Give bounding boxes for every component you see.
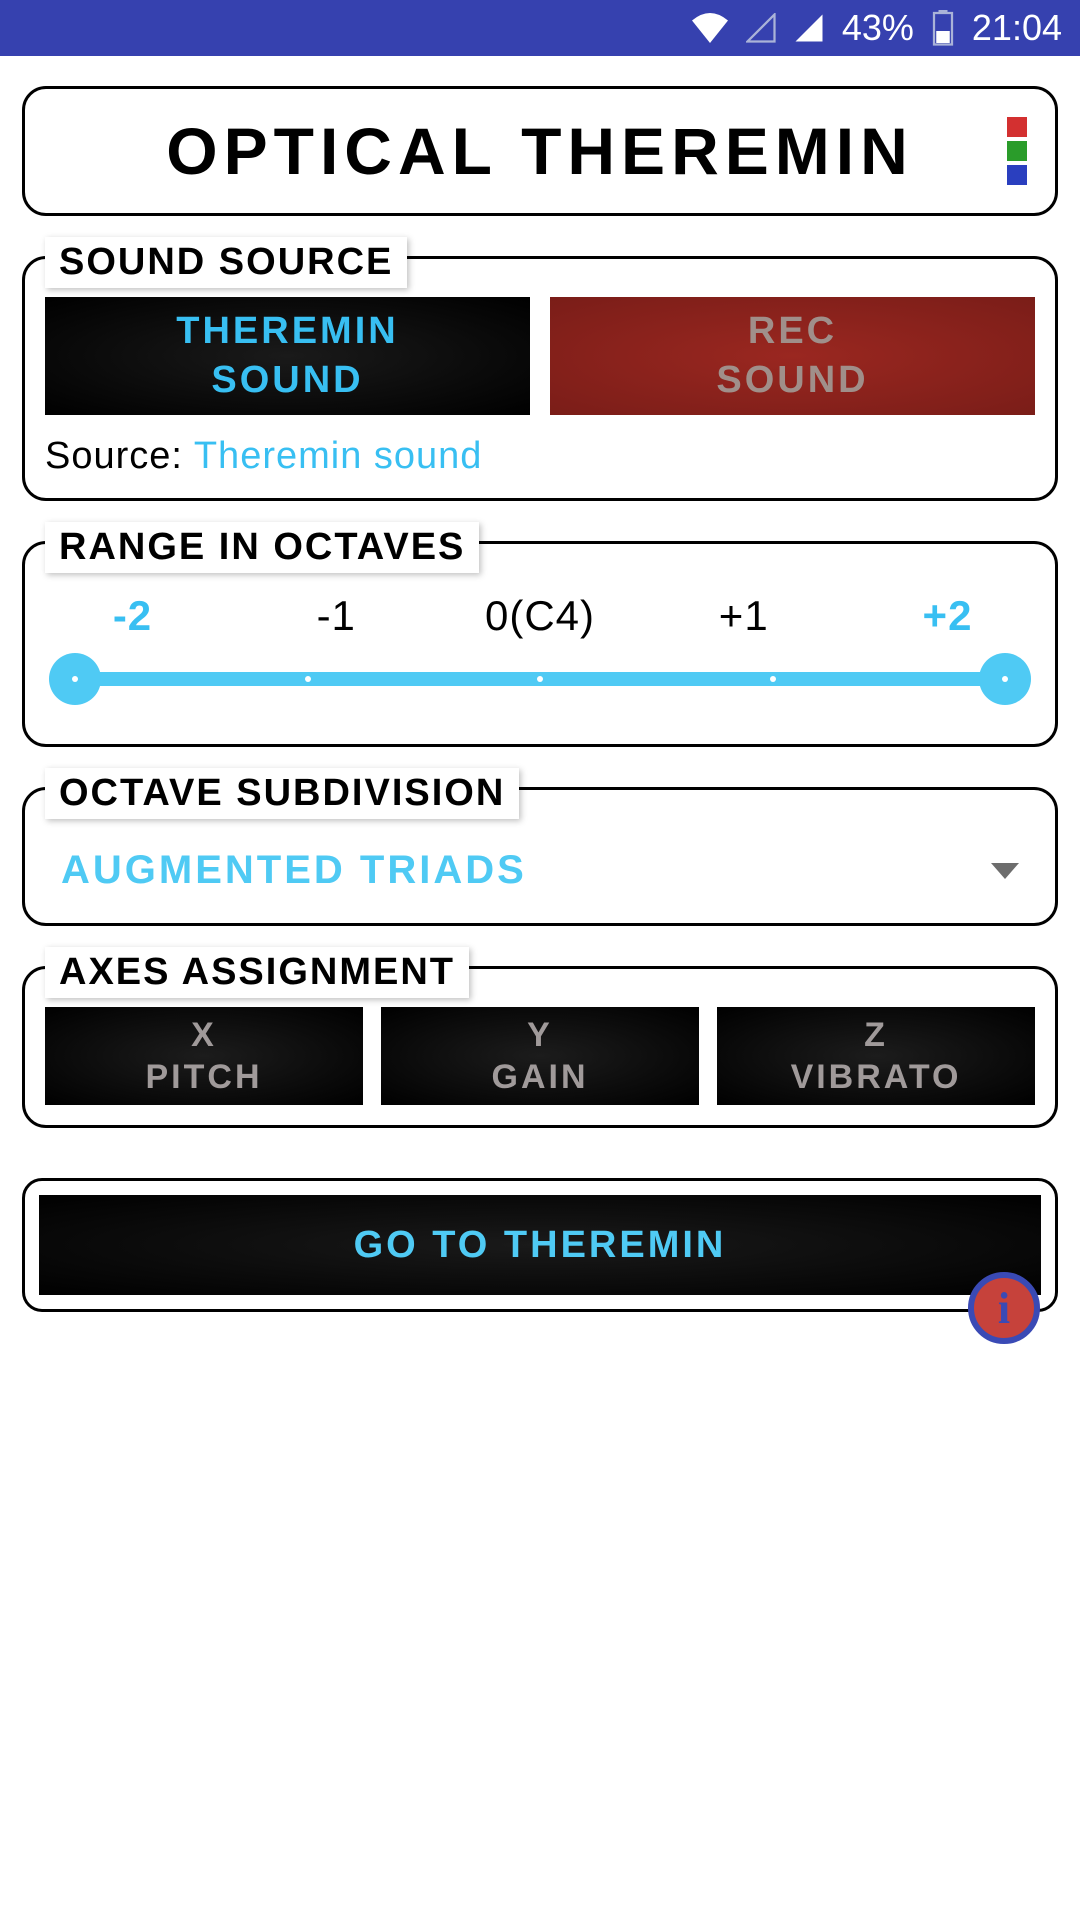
rgb-indicator-icon (1007, 117, 1027, 185)
section-legend: SOUND SOURCE (45, 237, 407, 288)
octave-label: +2 (880, 592, 1015, 640)
subdivision-dropdown[interactable]: AUGMENTED TRIADS (45, 828, 1035, 903)
clock: 21:04 (972, 7, 1062, 49)
section-legend: AXES ASSIGNMENT (45, 947, 469, 998)
battery-pct: 43% (842, 7, 914, 49)
source-readout: Source: Theremin sound (45, 435, 1035, 478)
section-legend: RANGE IN OCTAVES (45, 522, 479, 573)
battery-icon (932, 10, 954, 46)
section-legend: OCTAVE SUBDIVISION (45, 768, 519, 819)
range-thumb-min[interactable] (49, 653, 101, 705)
go-to-theremin-button[interactable]: GO TO THEREMIN (39, 1195, 1041, 1295)
sound-source-section: SOUND SOURCE THEREMIN SOUND REC SOUND So… (22, 256, 1058, 501)
go-card: GO TO THEREMIN (22, 1178, 1058, 1312)
octave-label: +1 (676, 592, 811, 640)
range-section: RANGE IN OCTAVES -2 -1 0(C4) +1 +2 (22, 541, 1058, 747)
dropdown-value: AUGMENTED TRIADS (61, 848, 527, 893)
info-icon: i (998, 1283, 1010, 1334)
info-button[interactable]: i (968, 1272, 1040, 1344)
chevron-down-icon (991, 863, 1019, 879)
status-bar: 43% 21:04 (0, 0, 1080, 56)
octave-label: 0(C4) (473, 592, 608, 640)
axis-y-button[interactable]: Y GAIN (381, 1007, 699, 1105)
octave-label: -2 (65, 592, 200, 640)
octave-range-slider[interactable] (75, 654, 1005, 704)
axes-section: AXES ASSIGNMENT X PITCH Y GAIN Z VIBRATO (22, 966, 1058, 1128)
signal-empty-icon (746, 13, 776, 43)
signal-icon (794, 13, 824, 43)
octave-label: -1 (269, 592, 404, 640)
subdivision-section: OCTAVE SUBDIVISION AUGMENTED TRIADS (22, 787, 1058, 926)
axis-z-button[interactable]: Z VIBRATO (717, 1007, 1035, 1105)
rec-sound-button[interactable]: REC SOUND (550, 297, 1035, 415)
range-thumb-max[interactable] (979, 653, 1031, 705)
app-title: OPTICAL THEREMIN (166, 113, 913, 189)
theremin-sound-button[interactable]: THEREMIN SOUND (45, 297, 530, 415)
wifi-icon (692, 13, 728, 43)
app-title-card: OPTICAL THEREMIN (22, 86, 1058, 216)
axis-x-button[interactable]: X PITCH (45, 1007, 363, 1105)
octave-labels: -2 -1 0(C4) +1 +2 (45, 582, 1035, 654)
